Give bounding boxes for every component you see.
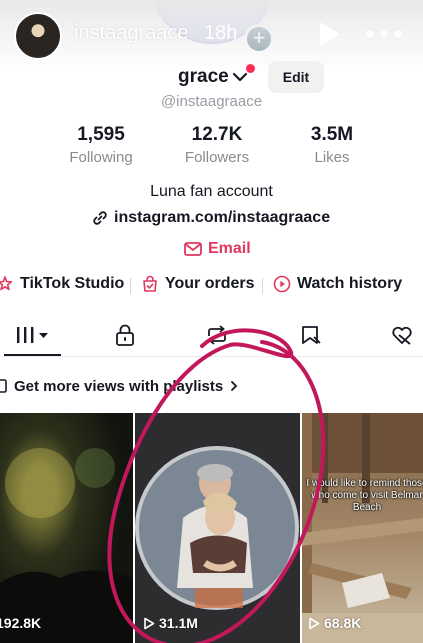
bookmark-icon bbox=[302, 326, 321, 344]
story-header: instaagraace 18h bbox=[0, 0, 423, 72]
view-count: 192.8K bbox=[0, 615, 41, 631]
play-icon[interactable] bbox=[318, 22, 340, 46]
play-circle-icon bbox=[273, 275, 291, 293]
story-username[interactable]: instaagraace bbox=[74, 22, 189, 45]
shortcut-label: Watch history bbox=[297, 275, 403, 292]
tab-liked[interactable] bbox=[378, 315, 423, 355]
stat-label: Likes bbox=[314, 149, 350, 166]
heart-hidden-icon bbox=[392, 326, 412, 345]
email-button[interactable]: Email bbox=[184, 240, 251, 258]
playlist-promo[interactable]: Get more views with playlists bbox=[0, 375, 239, 397]
lock-icon bbox=[116, 324, 134, 346]
email-label: Email bbox=[208, 240, 251, 257]
concert-crowd-thumbnail bbox=[0, 413, 133, 643]
profile-bio: Luna fan account bbox=[150, 183, 273, 200]
shortcut-label: TikTok Studio bbox=[20, 275, 125, 292]
bio-link[interactable]: instagram.com/instaagraace bbox=[92, 209, 330, 227]
tab-videos[interactable] bbox=[4, 315, 61, 355]
tab-favorites[interactable] bbox=[286, 315, 336, 355]
shortcut-your-orders[interactable]: Your orders bbox=[141, 275, 255, 293]
playlist-icon bbox=[0, 379, 7, 393]
story-time: 18h bbox=[204, 22, 238, 44]
stat-following[interactable]: 1,595 Following bbox=[46, 124, 156, 166]
couple-photo-thumbnail bbox=[135, 413, 300, 643]
bag-icon bbox=[143, 275, 157, 292]
profile-tabs bbox=[0, 315, 423, 357]
bio-link-text: instagram.com/instaagraace bbox=[114, 209, 331, 226]
view-count: 68.8K bbox=[308, 615, 361, 631]
link-icon bbox=[93, 211, 107, 225]
video-tile[interactable]: 192.8K bbox=[0, 413, 133, 643]
video-tile[interactable]: 31.1M bbox=[135, 413, 300, 643]
stat-label: Followers bbox=[184, 149, 250, 166]
divider bbox=[262, 278, 263, 294]
view-count-label: 192.8K bbox=[0, 615, 42, 631]
mail-icon bbox=[184, 242, 202, 256]
play-outline-icon bbox=[144, 617, 155, 629]
studio-icon bbox=[0, 276, 13, 291]
stat-value: 1,595 bbox=[77, 124, 125, 145]
chevron-down-icon bbox=[232, 72, 247, 82]
stat-followers[interactable]: 12.7K Followers bbox=[162, 124, 272, 166]
profile-name: grace bbox=[178, 66, 229, 87]
chevron-right-icon bbox=[231, 381, 238, 391]
play-outline-icon bbox=[309, 617, 320, 629]
edit-profile-button[interactable]: Edit bbox=[268, 61, 324, 93]
repost-icon bbox=[208, 325, 226, 345]
story-avatar[interactable] bbox=[14, 12, 62, 60]
profile-handle: @instaagraace bbox=[160, 93, 263, 110]
shortcut-label: Your orders bbox=[165, 275, 255, 292]
video-grid: 192.8K 31.1M 68.8K bbox=[0, 413, 423, 643]
playlist-promo-text: Get more views with playlists bbox=[14, 377, 224, 395]
profile-name-switcher[interactable]: grace bbox=[178, 66, 247, 88]
tab-private[interactable] bbox=[100, 315, 150, 355]
shortcut-watch-history[interactable]: Watch history bbox=[273, 275, 402, 293]
divider bbox=[130, 278, 131, 294]
video-caption-overlay: I would like to remind those who come to… bbox=[306, 478, 423, 513]
view-count: 31.1M bbox=[143, 615, 198, 631]
stat-likes[interactable]: 3.5M Likes bbox=[277, 124, 387, 166]
view-count-label: 31.1M bbox=[159, 615, 198, 631]
profile-shortcuts: TikTok Studio Your orders Watch history bbox=[0, 275, 423, 297]
stat-value: 3.5M bbox=[310, 124, 354, 145]
grid-icon bbox=[16, 327, 48, 343]
more-icon[interactable] bbox=[366, 30, 402, 38]
view-count-label: 68.8K bbox=[324, 615, 362, 631]
video-tile[interactable]: 68.8K bbox=[302, 413, 423, 643]
stat-value: 12.7K bbox=[191, 124, 243, 145]
shortcut-tiktok-studio[interactable]: TikTok Studio bbox=[0, 275, 124, 293]
tab-reposts[interactable] bbox=[192, 315, 242, 355]
active-tab-indicator bbox=[4, 354, 61, 356]
stat-label: Following bbox=[69, 149, 133, 166]
notification-dot bbox=[246, 64, 255, 73]
wood-debris-thumbnail bbox=[302, 413, 423, 643]
